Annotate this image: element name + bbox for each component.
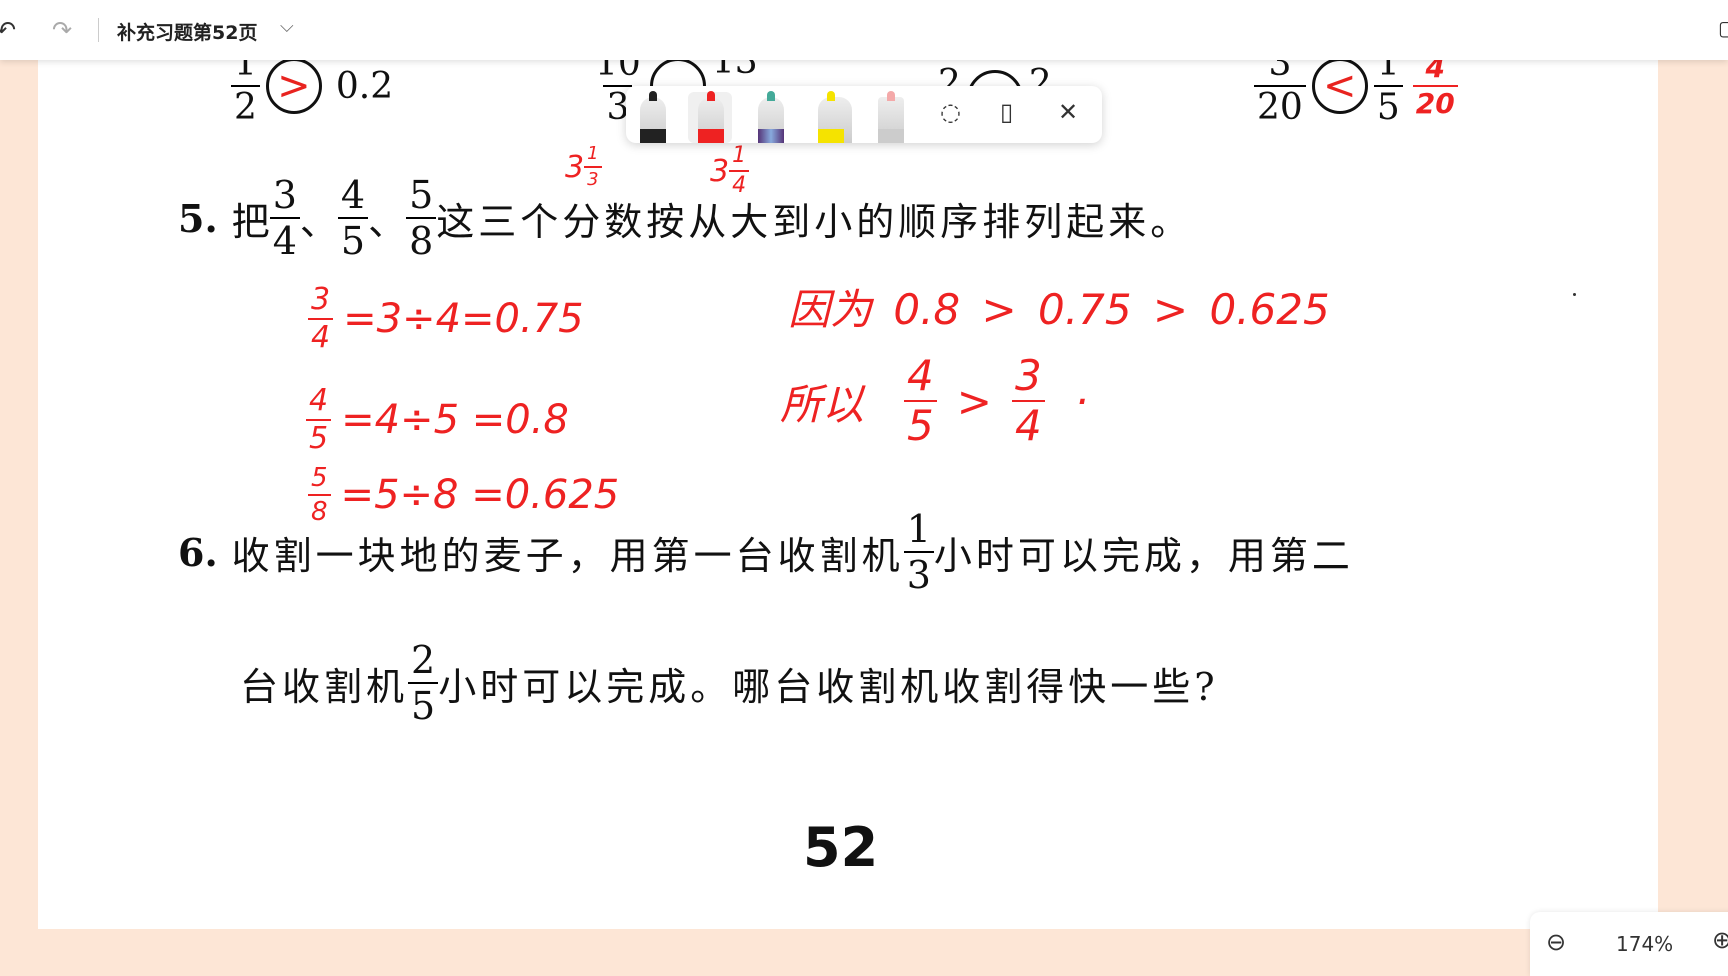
note-num: 1 [732, 143, 747, 168]
greater-than: > [956, 376, 992, 426]
denominator: 5 [408, 682, 439, 725]
undo-icon[interactable]: ↶ [0, 16, 16, 44]
work-expression: =4÷5 =0.8 [341, 397, 569, 443]
ink-dot [1573, 293, 1576, 296]
tail-mark: · [1074, 376, 1089, 426]
denominator: 5 [904, 400, 937, 447]
eraser-tool[interactable] [878, 91, 904, 143]
divider [98, 18, 99, 42]
note-num: 1 [587, 143, 599, 164]
work-line-1: 34 =3÷4=0.75 [308, 285, 584, 353]
denominator: 3 [903, 551, 934, 594]
question-number: 5. [178, 195, 218, 241]
numerator: 1 [906, 507, 931, 551]
zoom-level[interactable]: 174% [1616, 932, 1673, 956]
question-number: 6. [178, 529, 218, 575]
numerator: 2 [411, 638, 436, 682]
zoom-in-icon[interactable]: ⊕ [1712, 926, 1728, 954]
separator: 、 [299, 199, 338, 244]
question-text: 把 [231, 199, 270, 244]
denominator: 4 [308, 318, 334, 353]
denominator: 4 [269, 217, 300, 260]
denominator: 5 [1373, 85, 1403, 126]
so-label: 所以 [780, 379, 865, 429]
window-icon[interactable]: ▢ [1718, 16, 1728, 40]
close-icon[interactable]: ✕ [1058, 98, 1078, 126]
question-text: 小时可以完成，用第二 [933, 533, 1354, 578]
pen-toolbar: ◌ ▯ ✕ [626, 86, 1102, 143]
value: 0.2 [335, 65, 394, 107]
denominator: 2 [231, 85, 260, 126]
denominator: 5 [337, 217, 369, 260]
zoom-out-icon[interactable]: ⊖ [1546, 928, 1566, 956]
denominator: 8 [406, 217, 437, 260]
highlighter-tool[interactable] [818, 91, 852, 143]
work-line-2: 45 =4÷5 =0.8 [306, 386, 569, 454]
numerator: 5 [409, 173, 434, 217]
question-text: 小时可以完成。哪台收割机收割得快一些? [438, 664, 1219, 709]
chevron-down-icon[interactable]: ⌵ [280, 16, 294, 37]
question-text: 这三个分数按从大到小的顺序排列起来。 [436, 199, 1193, 244]
page-number: 52 [803, 816, 879, 879]
denominator: 20 [1254, 85, 1306, 126]
numerator: 4 [309, 383, 329, 418]
therefore-line: 所以 45 > 34 · [780, 355, 1088, 447]
denominator: 4 [1011, 400, 1045, 447]
denominator: 5 [306, 419, 332, 454]
note-den: 20 [1412, 85, 1458, 118]
galaxy-pen-tool[interactable] [758, 91, 784, 143]
numerator: 4 [340, 173, 366, 217]
question-5: 5. 把 34 、 45 、 58 这三个分数按从大到小的顺序排列起来。 [178, 176, 1192, 260]
numerator: 3 [1014, 351, 1042, 400]
redo-icon[interactable]: ↷ [52, 16, 72, 44]
because-line: 因为 0.8 > 0.75 > 0.625 [788, 285, 1330, 334]
answer-circle: > [265, 58, 322, 114]
question-text: 台收割机 [240, 664, 409, 709]
numerator: 3 [272, 173, 297, 217]
top-bar: ↶ ↷ 补充习题第52页 ⌵ ▢ [0, 0, 1728, 60]
numerator: 4 [907, 351, 934, 400]
question-6-line-1: 6. 收割一块地的麦子，用第一台收割机 13 小时可以完成，用第二 [178, 510, 1354, 594]
work-expression: =3÷4=0.75 [343, 296, 584, 342]
question-text: 收割一块地的麦子，用第一台收割机 [231, 533, 904, 578]
answer-circle: < [1311, 58, 1368, 114]
lasso-icon[interactable]: ◌ [940, 98, 961, 126]
document-title[interactable]: 补充习题第52页 [117, 18, 257, 45]
ruler-icon[interactable]: ▯ [1000, 98, 1013, 126]
question-6-line-2: 台收割机 25 小时可以完成。哪台收割机收割得快一些? [240, 641, 1219, 725]
separator: 、 [368, 199, 407, 244]
numerator: 5 [311, 463, 328, 493]
zoom-panel: ⊖ 174% ⊕ [1530, 912, 1728, 976]
red-pen-tool[interactable] [698, 91, 724, 143]
black-pen-tool[interactable] [640, 91, 666, 143]
numerator: 3 [311, 282, 331, 317]
